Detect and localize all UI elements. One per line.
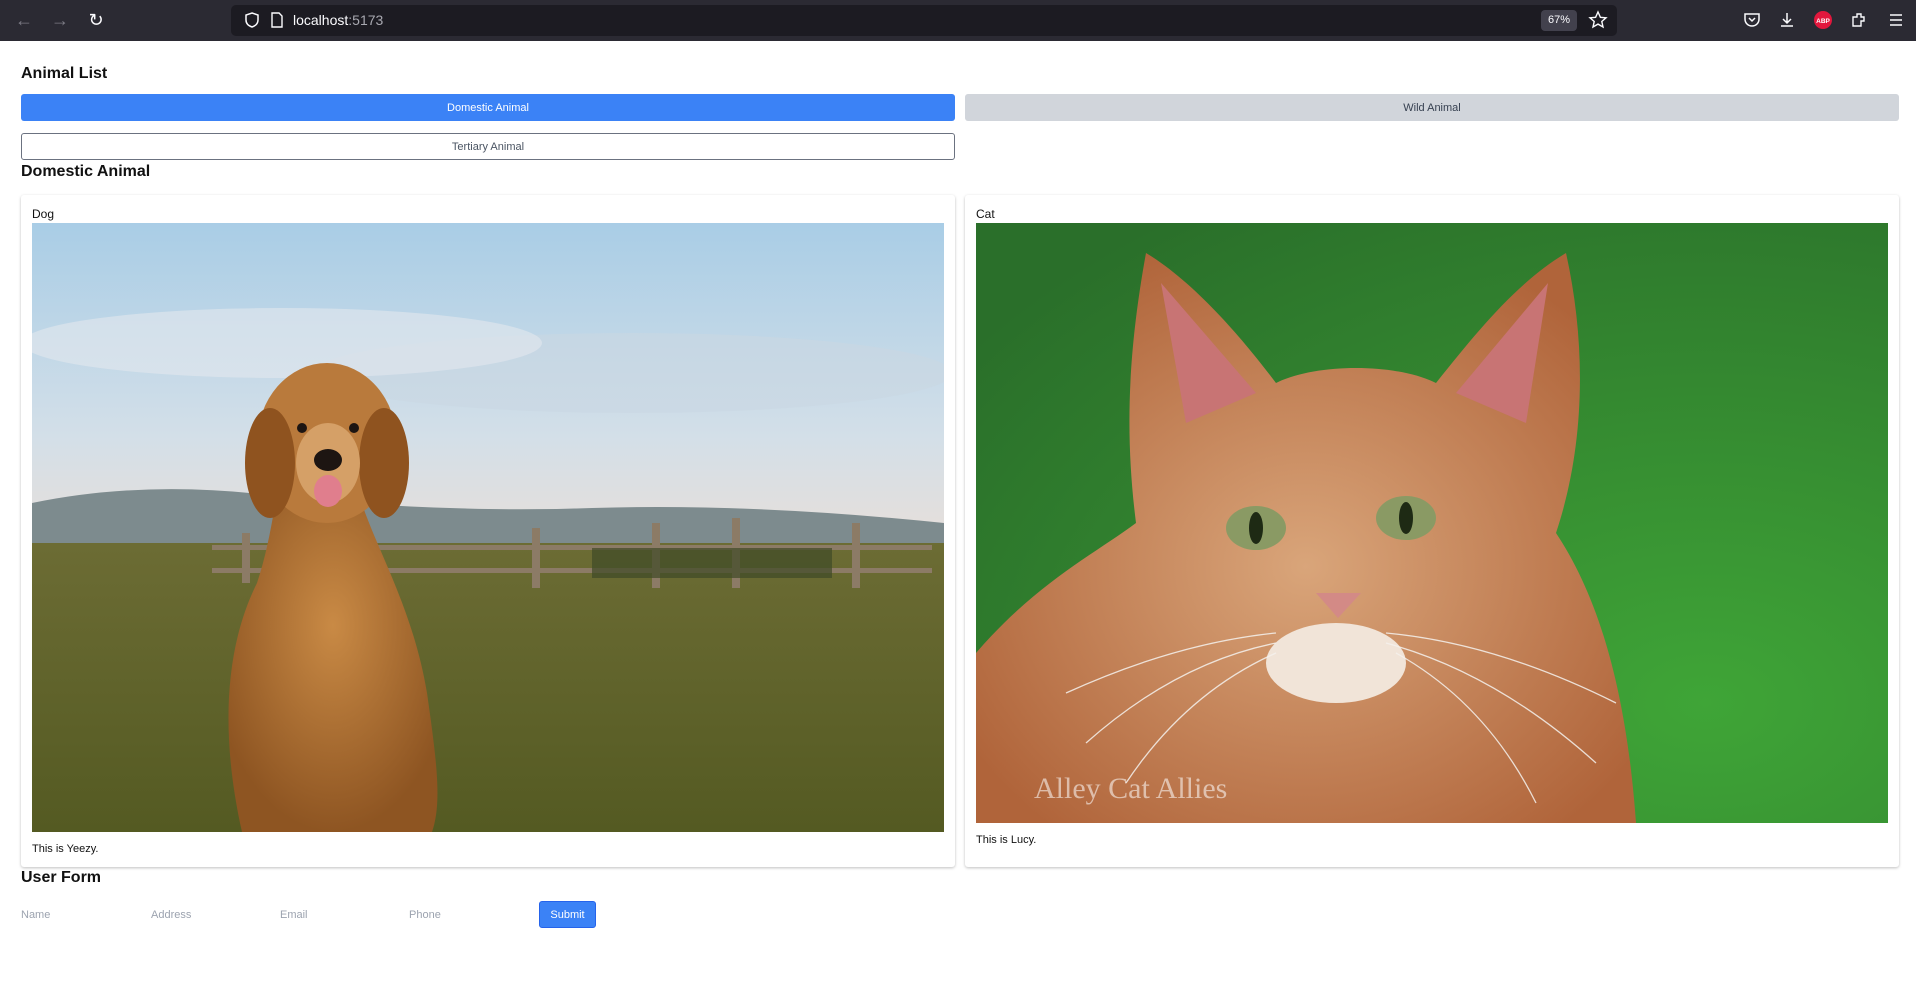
- animal-card-dog: Dog This is Yeezy.: [21, 195, 955, 867]
- card-description: This is Yeezy.: [32, 843, 99, 855]
- zoom-level[interactable]: 67%: [1540, 10, 1577, 31]
- browser-toolbar: ← → ↻ localhost:5173 67% ABP: [0, 0, 1916, 41]
- forward-icon[interactable]: →: [42, 0, 78, 41]
- card-description: This is Lucy.: [976, 834, 1037, 846]
- phone-field[interactable]: [409, 905, 529, 925]
- shield-icon[interactable]: [243, 11, 261, 29]
- watermark-text: Alley Cat Allies: [1034, 772, 1227, 805]
- page-icon: [271, 12, 283, 28]
- back-icon[interactable]: ←: [6, 0, 42, 41]
- submit-button[interactable]: Submit: [539, 901, 596, 928]
- user-form-title: User Form: [21, 869, 102, 886]
- url-text: localhost:5173: [293, 12, 383, 28]
- pocket-icon[interactable]: [1742, 10, 1762, 30]
- bookmark-star-icon[interactable]: [1588, 10, 1608, 30]
- address-bar[interactable]: localhost:5173 67%: [231, 5, 1617, 36]
- address-field[interactable]: [151, 905, 271, 925]
- name-field[interactable]: [21, 905, 141, 925]
- svg-text:ABP: ABP: [1816, 18, 1830, 25]
- domestic-animal-button[interactable]: Domestic Animal: [21, 94, 955, 121]
- extensions-icon[interactable]: [1849, 10, 1869, 30]
- dog-image: [32, 223, 944, 832]
- card-title: Dog: [32, 207, 55, 221]
- cat-image: Alley Cat Allies: [976, 223, 1888, 823]
- section-title: Domestic Animal: [21, 163, 151, 180]
- animal-list-title: Animal List: [21, 65, 108, 82]
- wild-animal-button[interactable]: Wild Animal: [965, 94, 1899, 121]
- download-icon[interactable]: [1777, 10, 1797, 30]
- email-field[interactable]: [280, 905, 400, 925]
- animal-card-cat: Cat Alley Cat Allies This is Lucy.: [965, 195, 1899, 867]
- card-title: Cat: [976, 207, 995, 221]
- url-host: localhost: [293, 12, 349, 28]
- tertiary-animal-button[interactable]: Tertiary Animal: [21, 133, 955, 160]
- url-port: :5173: [348, 12, 384, 28]
- menu-icon[interactable]: [1886, 10, 1906, 30]
- reload-icon[interactable]: ↻: [78, 0, 114, 41]
- page-content: Animal List Domestic Animal Wild Animal …: [0, 41, 1916, 988]
- adblock-plus-icon[interactable]: ABP: [1813, 10, 1833, 30]
